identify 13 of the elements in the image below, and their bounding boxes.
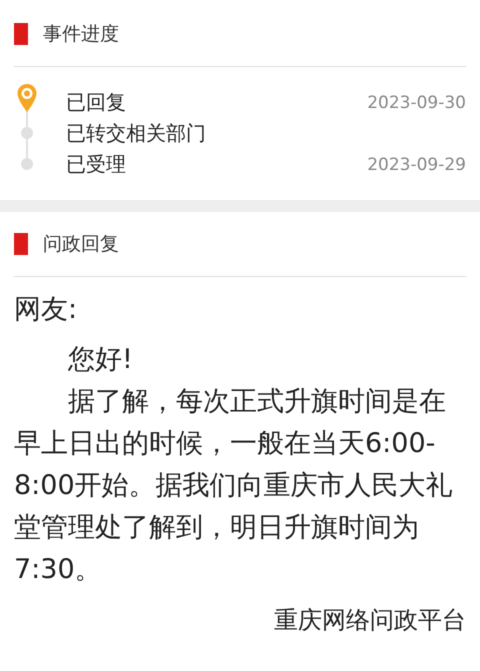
section-marker	[14, 23, 28, 45]
section-marker	[14, 233, 28, 255]
reply-paragraph: 据了解，每次正式升旗时间是在早上日出的时候，一般在当天6:00-8:00开始。据我们向重庆市人民大礼堂管理处了解到，明日升旗时间为7:30。	[14, 385, 454, 587]
step-label: 已转交相关部门	[66, 120, 207, 147]
step-label: 已受理	[66, 151, 127, 178]
step-date: 2023-09-29	[367, 154, 466, 174]
salutation-text: 网友:	[14, 293, 78, 327]
step-date: 2023-09-30	[367, 92, 466, 112]
step-label: 已回复	[66, 89, 127, 116]
signature-text: 重庆网络问政平台	[273, 605, 466, 636]
section-title: 事件进度	[43, 22, 119, 47]
greeting-text: 您好!	[67, 343, 134, 377]
section-title: 问政回复	[43, 232, 119, 257]
